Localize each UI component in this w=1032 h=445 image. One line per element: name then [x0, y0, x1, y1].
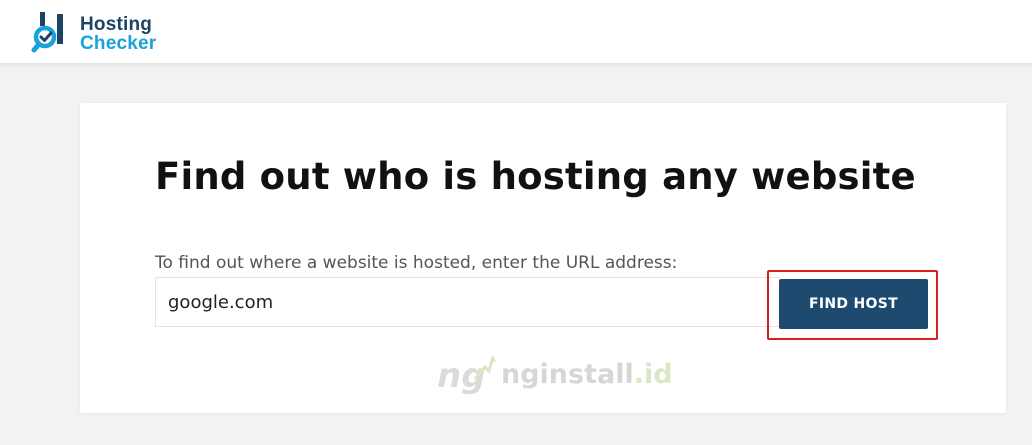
- hosting-checker-logo[interactable]: Hosting Checker: [30, 10, 156, 58]
- nginstall-logo-icon: ng: [437, 355, 496, 395]
- hosting-checker-logo-icon: [31, 12, 63, 53]
- watermark-text: nginstall.id: [501, 359, 673, 390]
- search-card: Find out who is hosting any website To f…: [80, 103, 1006, 413]
- logo-text-line1: Hosting: [80, 14, 153, 35]
- find-host-button[interactable]: FIND HOST: [779, 279, 928, 329]
- top-header: Hosting Checker: [0, 0, 1032, 64]
- url-instruction-label: To find out where a website is hosted, e…: [155, 253, 678, 273]
- watermark-tld: id: [644, 358, 673, 390]
- page-title: Find out who is hosting any website: [155, 155, 916, 198]
- watermark-dot: .: [633, 358, 644, 390]
- logo-text-line2: Checker: [80, 33, 157, 54]
- nginstall-watermark: ng nginstall.id: [435, 353, 673, 395]
- logo-text: Hosting Checker: [80, 15, 156, 53]
- url-input[interactable]: [155, 277, 781, 327]
- watermark-name: nginstall: [501, 358, 634, 390]
